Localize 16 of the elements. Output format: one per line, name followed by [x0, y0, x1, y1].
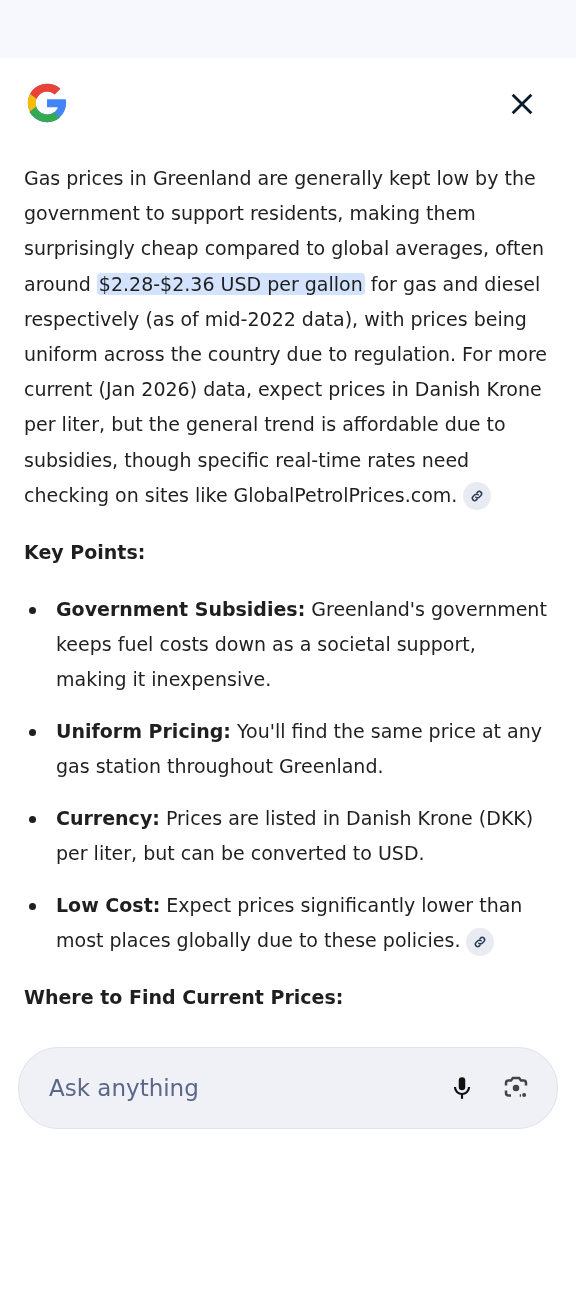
bullet-text: Government Subsidies: Greenland's government keeps fuel costs down as a societal support, making it inexpensive. [56, 597, 548, 693]
section-heading: Where to Find Current Prices: [24, 985, 345, 1011]
link-icon [470, 489, 485, 504]
bullet-icon [29, 607, 36, 615]
answer-paragraph: Gas prices in Greenland are generally kept low by the government to support residents, making them surprisingly cheap compared to global averages, often around $2.28-$2.36 USD per gallon for gas and diesel respectively (as of mid-2022 data), with prices being uniform across the country due to regulation. For more current (Jan 2026) data, expect prices in Danish Krone per liter, but the general trend is affordable due to subsidies, though specific real-time rates need checking on sites like GlobalPetrolPrices.com. [24, 161, 552, 514]
bullet-icon [29, 816, 36, 824]
bullet-icon [29, 903, 36, 911]
section-heading: Key Points: [24, 540, 147, 566]
link-icon [473, 934, 488, 949]
citation-link-button[interactable] [463, 482, 492, 511]
bullet-text: Low Cost: Expect prices significantly lower than most places globally due to these policies. [56, 888, 552, 959]
bullet-icon [29, 729, 36, 737]
bullet-text: Currency: Prices are listed in Danish Krone (DKK) per liter, but can be converted to USD. [56, 806, 535, 867]
bullet-text: Uniform Pricing: You'll find the same price at any gas station throughout Greenland. [56, 719, 543, 780]
citation-link-button[interactable] [466, 927, 495, 956]
search-field[interactable]: Ask anything [47, 1074, 429, 1103]
